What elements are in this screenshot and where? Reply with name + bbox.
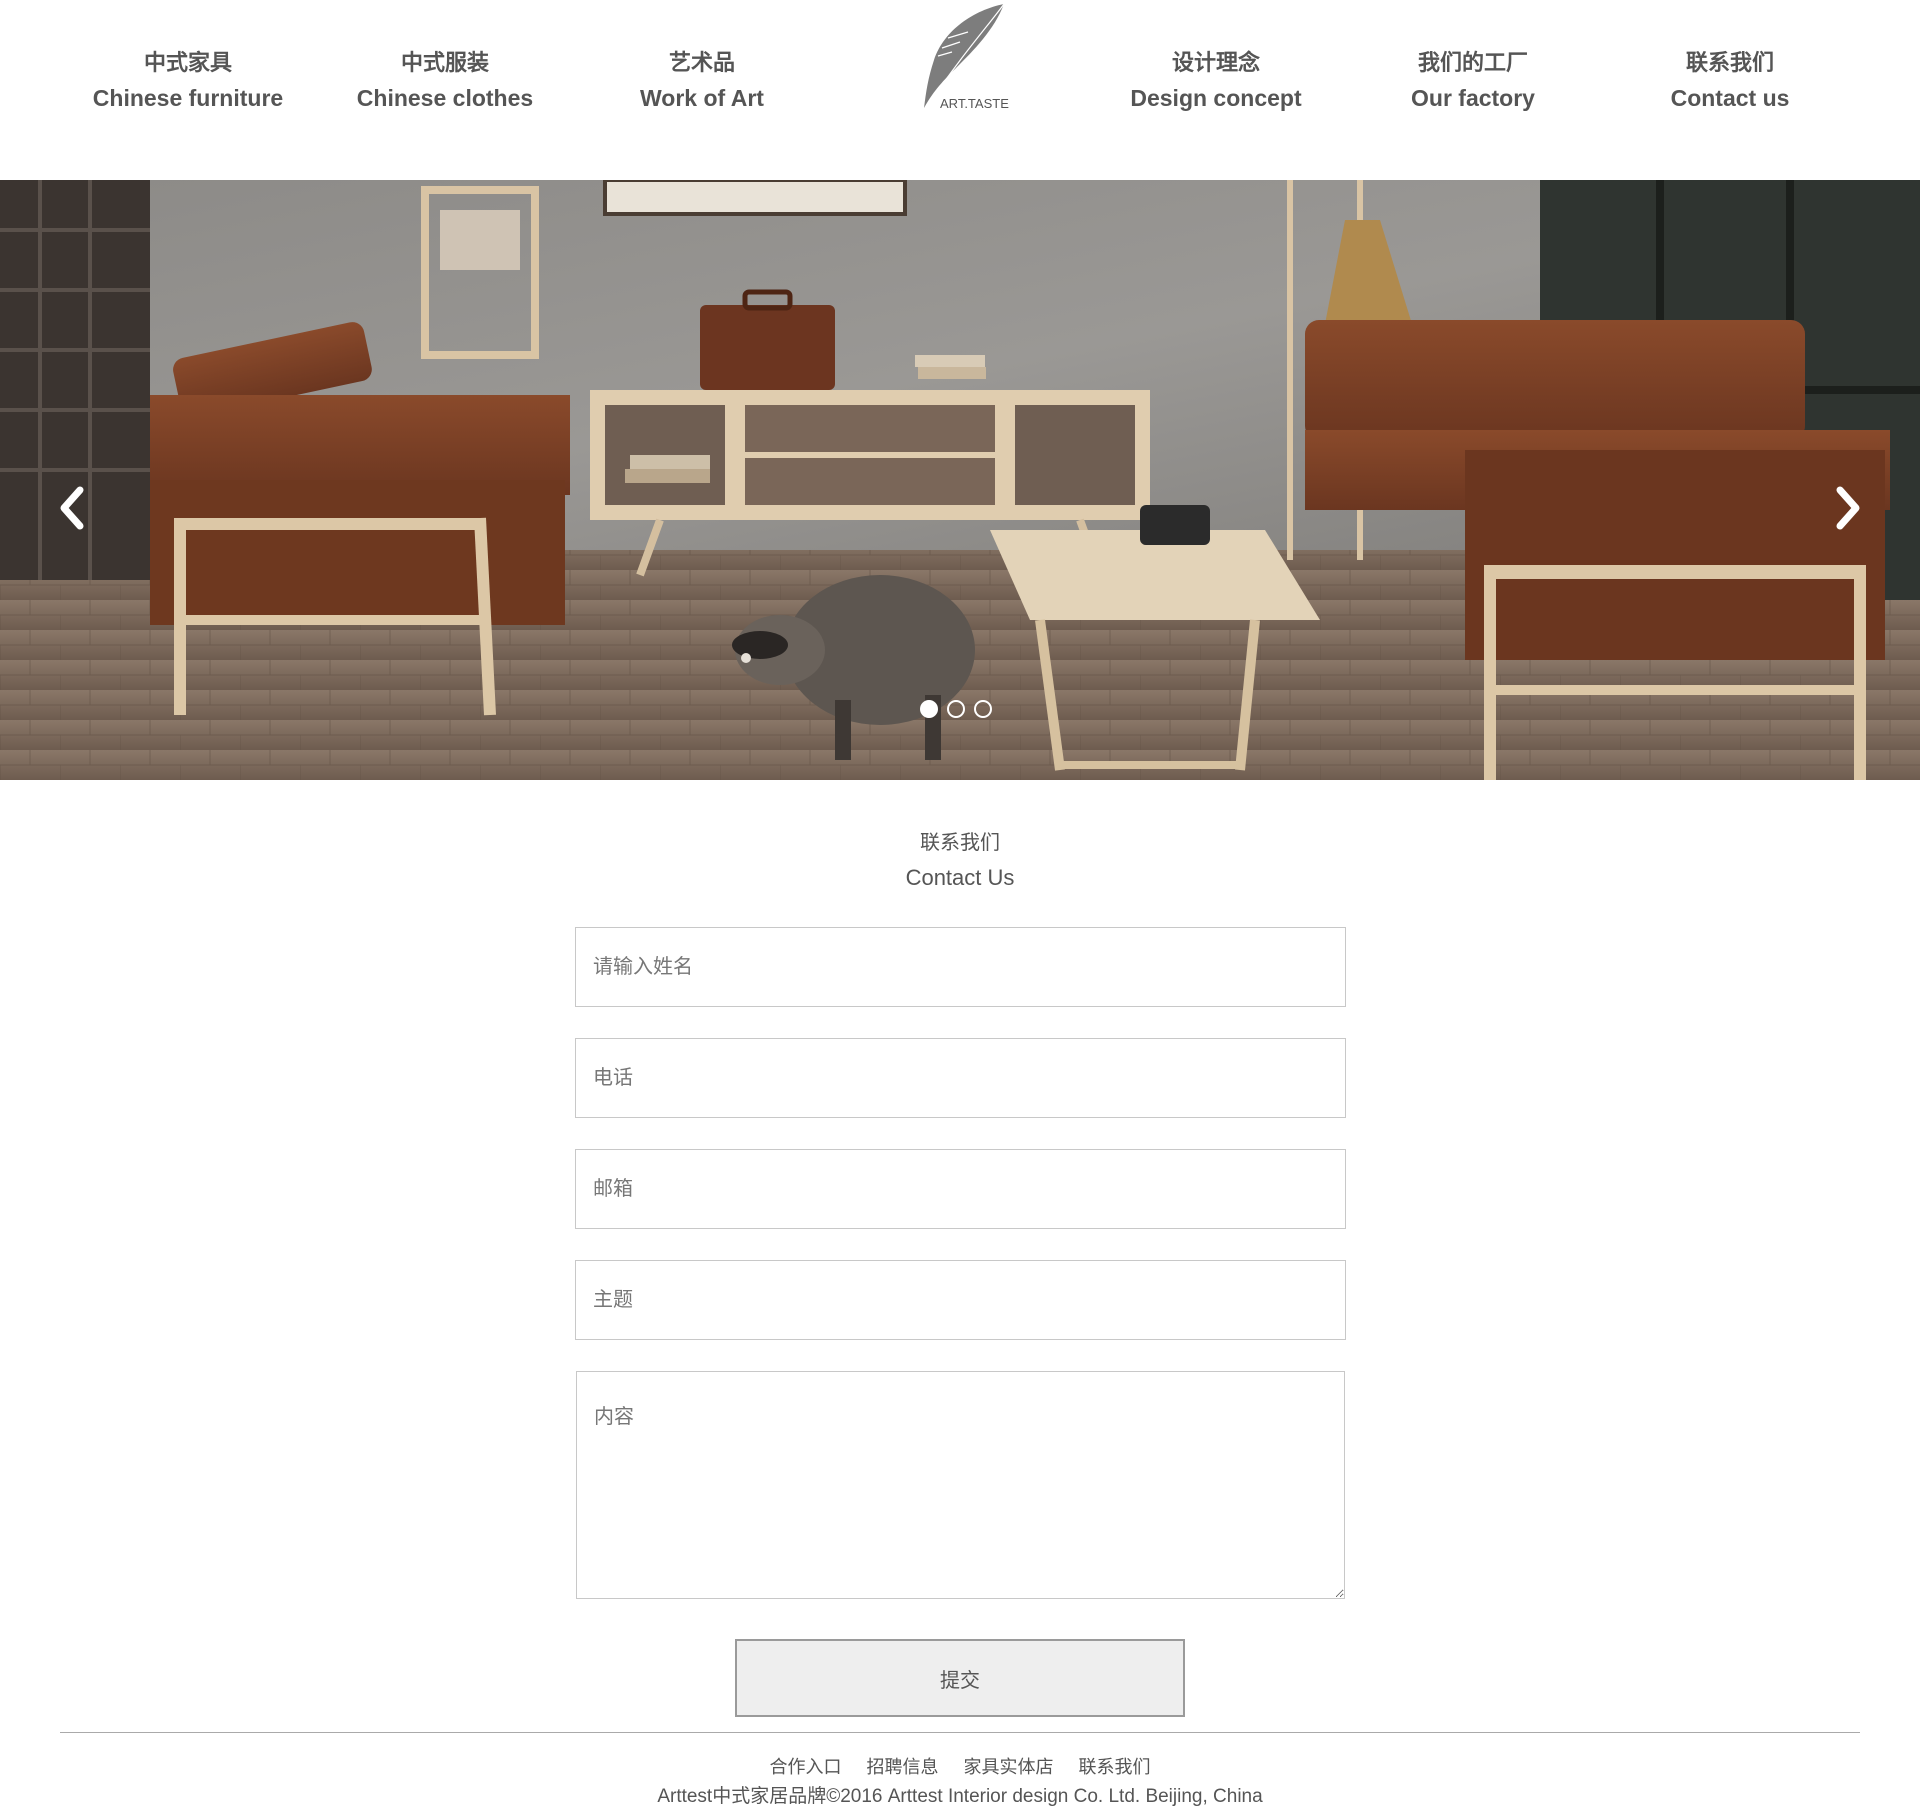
submit-button[interactable]: 提交 (735, 1639, 1185, 1717)
hero-carousel[interactable] (0, 180, 1920, 780)
nav-label-en: Our factory (1411, 85, 1535, 111)
nav-label-cn: 中式服装 (400, 50, 489, 75)
feather-logo[interactable]: ART.TASTE (904, 0, 1024, 120)
nav-label-cn: 中式家具 (143, 50, 232, 75)
phone-input[interactable] (575, 1038, 1346, 1118)
footer-link-stores[interactable]: 家具实体店 (964, 1757, 1054, 1777)
carousel-prev-button[interactable] (52, 478, 92, 538)
nav-label-cn: 设计理念 (1171, 50, 1260, 75)
site-header: 中式家具 Chinese furniture 中式服装 Chinese clot… (0, 0, 1920, 180)
nav-label-en: Design concept (1130, 85, 1302, 111)
carousel-indicators (920, 700, 1000, 722)
logo-text: ART.TASTE (940, 96, 1009, 111)
nav-item-contact-us[interactable]: 联系我们 Contact us (1600, 46, 1860, 116)
banner-living-room-photo (0, 180, 1920, 780)
email-input[interactable] (575, 1149, 1346, 1229)
nav-label-en: Chinese furniture (92, 85, 284, 111)
contact-title-en: Contact Us (905, 865, 1015, 890)
nav-item-work-of-art[interactable]: 艺术品 Work of Art (572, 46, 832, 116)
subject-input[interactable] (575, 1260, 1346, 1340)
nav-item-chinese-clothes[interactable]: 中式服装 Chinese clothes (315, 46, 575, 116)
nav-label-en: Contact us (1670, 85, 1790, 111)
footer-link-contact[interactable]: 联系我们 (1079, 1757, 1151, 1777)
carousel-dot-1[interactable] (920, 700, 938, 718)
name-input[interactable] (575, 927, 1346, 1007)
content-textarea[interactable] (576, 1371, 1345, 1599)
footer-link-cooperation[interactable]: 合作入口 (769, 1757, 841, 1777)
nav-label-en: Chinese clothes (356, 85, 534, 111)
nav-label-cn: 艺术品 (668, 50, 735, 75)
feather-logo-icon: ART.TASTE (924, 3, 1009, 111)
chevron-right-icon (1836, 486, 1860, 530)
nav-item-chinese-furniture[interactable]: 中式家具 Chinese furniture (58, 46, 318, 116)
nav-label-en: Work of Art (640, 85, 764, 111)
footer-divider (60, 1732, 1860, 1733)
nav-label-cn: 联系我们 (1685, 50, 1774, 75)
carousel-dot-3[interactable] (974, 700, 992, 718)
nav-item-design-concept[interactable]: 设计理念 Design concept (1086, 46, 1346, 116)
chevron-left-icon (60, 486, 84, 530)
footer-link-recruitment[interactable]: 招聘信息 (866, 1757, 938, 1777)
copyright-text: Arttest中式家居品牌©2016 Arttest Interior desi… (657, 1786, 1263, 1807)
footer-links: 合作入口 招聘信息 家具实体店 联系我们 (0, 1752, 1920, 1782)
nav-item-our-factory[interactable]: 我们的工厂 Our factory (1343, 46, 1603, 116)
carousel-dot-2[interactable] (947, 700, 965, 718)
nav-label-cn: 我们的工厂 (1417, 50, 1528, 75)
contact-section-title: 联系我们 Contact Us (0, 826, 1920, 896)
carousel-next-button[interactable] (1828, 478, 1868, 538)
contact-title-cn: 联系我们 (920, 832, 1000, 854)
